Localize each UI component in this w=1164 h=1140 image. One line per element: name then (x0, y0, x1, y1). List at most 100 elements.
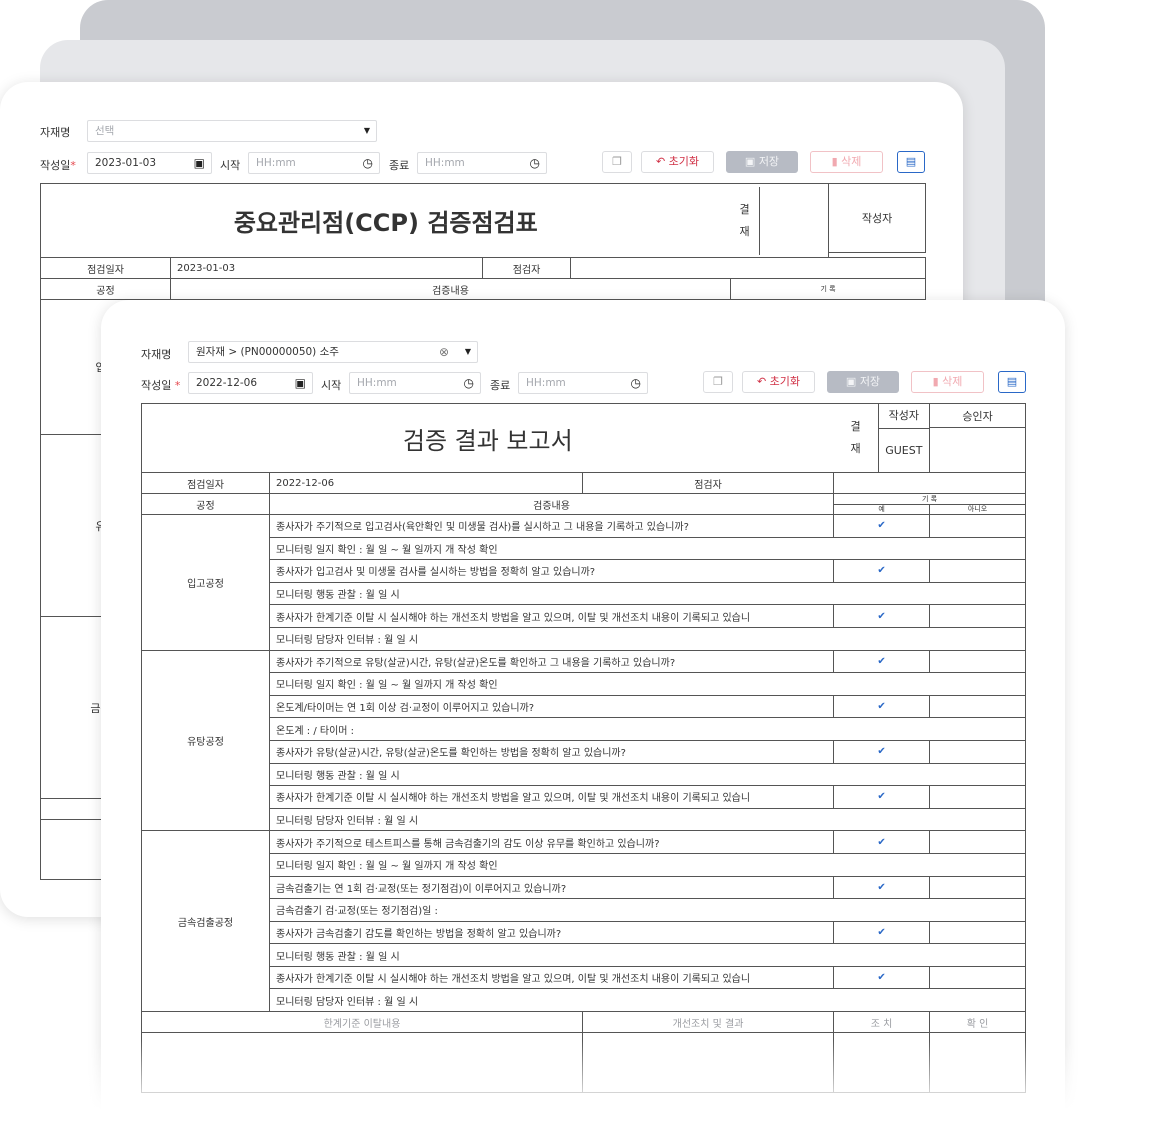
footer-confirm-header: 확 인 (929, 1011, 1027, 1034)
date-field[interactable]: 2023-01-03 ▣ (87, 152, 212, 174)
no-check-cell[interactable] (929, 785, 1027, 809)
no-check-cell[interactable] (929, 920, 1027, 945)
inspection-date-label: 점검일자 (141, 472, 270, 494)
calendar-icon[interactable]: ▣ (194, 153, 205, 173)
checkmark-icon: ✔ (877, 972, 886, 984)
copy-icon: ❐ (713, 375, 723, 388)
note-cell[interactable]: 모니터링 행동 관찰 : 월 일 시 (268, 943, 1027, 967)
record-header: 기 록 (730, 278, 927, 300)
material-select[interactable]: 선택 ▼ (87, 120, 377, 142)
note-cell[interactable]: 모니터링 행동 관찰 : 월 일 시 (268, 762, 1027, 787)
inspector-value[interactable] (833, 472, 1027, 494)
table-row: 모니터링 담당자 인터뷰 : 월 일 시 (142, 807, 1027, 832)
date-field[interactable]: 2022-12-06 ▣ (188, 372, 313, 394)
note-cell[interactable]: 모니터링 담당자 인터뷰 : 월 일 시 (268, 626, 1027, 651)
copy-icon: ❐ (612, 155, 622, 168)
yes-check-cell[interactable]: ✔ (833, 739, 931, 764)
reset-button[interactable]: ↶ 초기화 (641, 151, 714, 173)
material-select-value: 원자재 > (PN00000050) 소주 (196, 346, 339, 358)
table-row: 금속검출공정 종사자가 주기적으로 테스트피스를 통해 금속검출기의 감도 이상 … (141, 830, 1027, 1013)
yes-check-cell[interactable]: ✔ (833, 694, 931, 719)
delete-button[interactable]: ▮ 삭제 (810, 151, 883, 173)
note-cell[interactable]: 모니터링 담당자 인터뷰 : 월 일 시 (268, 807, 1027, 832)
table-row: 종사자가 한계기준 이탈 시 실시해야 하는 개선조치 방법을 알고 있으며, … (142, 785, 1027, 809)
clock-icon[interactable]: ◷ (464, 373, 474, 393)
no-check-cell[interactable] (929, 604, 1027, 628)
reset-button[interactable]: ↶ 초기화 (742, 371, 815, 393)
note-cell[interactable]: 모니터링 일지 확인 : 월 일 ~ 월 일까지 개 작성 확인 (268, 536, 1027, 561)
print-button[interactable]: ▤ (897, 151, 925, 173)
no-check-cell[interactable] (929, 739, 1027, 764)
sheet-title: 검증 결과 보고서 (140, 403, 834, 473)
save-icon: ▣ (845, 375, 860, 388)
note-cell[interactable]: 온도계 : / 타이머 : (268, 717, 1027, 741)
table-row: 온도계/타이머는 연 1회 이상 검·교정이 이루어지고 있습니까? ✔ (142, 694, 1027, 719)
question-cell: 온도계/타이머는 연 1회 이상 검·교정이 이루어지고 있습니까? (268, 694, 835, 719)
record-header: 기 록 예 아니오 (833, 493, 1027, 515)
question-cell: 금속검출기는 연 1회 검·교정(또는 정기점검)이 이루어지고 있습니까? (268, 875, 835, 900)
table-row: 모니터링 담당자 인터뷰 : 월 일 시 (142, 626, 1027, 651)
print-button[interactable]: ▤ (998, 371, 1026, 393)
checkmark-icon: ✔ (877, 836, 886, 848)
question-cell: 종사자가 입고검사 및 미생물 검사를 실시하는 방법을 정확히 알고 있습니까… (268, 559, 835, 583)
note-cell[interactable]: 모니터링 일지 확인 : 월 일 ~ 월 일까지 개 작성 확인 (268, 672, 1027, 696)
note-cell[interactable]: 모니터링 일지 확인 : 월 일 ~ 월 일까지 개 작성 확인 (268, 852, 1027, 877)
delete-button[interactable]: ▮ 삭제 (911, 371, 984, 393)
printer-icon: ▤ (905, 155, 917, 168)
start-label: 시작 (220, 159, 241, 172)
yes-check-cell[interactable]: ✔ (833, 785, 931, 809)
table-row: 종사자가 금속검출기 감도를 확인하는 방법을 정확히 알고 있습니까? ✔ (142, 920, 1027, 945)
material-select[interactable]: 원자재 > (PN00000050) 소주 ⊗ ▼ (188, 341, 478, 363)
approver-sign-cell[interactable] (929, 427, 1027, 473)
save-button[interactable]: ▣ 저장 (726, 151, 798, 173)
yes-check-cell[interactable]: ✔ (833, 830, 931, 854)
no-check-cell[interactable] (929, 514, 1027, 538)
yes-check-cell[interactable]: ✔ (833, 514, 931, 538)
end-label: 종료 (490, 379, 511, 392)
question-cell: 종사자가 주기적으로 유탕(살균)시간, 유탕(살균)온도를 확인하고 그 내용… (268, 649, 835, 674)
clock-icon[interactable]: ◷ (631, 373, 641, 393)
yes-check-cell[interactable]: ✔ (833, 875, 931, 900)
yes-check-cell[interactable]: ✔ (833, 920, 931, 945)
yes-check-cell[interactable]: ✔ (833, 559, 931, 583)
note-cell[interactable]: 금속검출기 검·교정(또는 정기점검)일 : (268, 898, 1027, 922)
sheet-title: 중요관리점(CCP) 검증점검표 (39, 183, 731, 258)
table-row: 모니터링 일지 확인 : 월 일 ~ 월 일까지 개 작성 확인 (142, 672, 1027, 696)
checkmark-icon: ✔ (877, 520, 886, 532)
process-name-cell: 유탕공정 (141, 649, 270, 832)
end-time-field[interactable]: HH:mm ◷ (518, 372, 648, 394)
clock-icon[interactable]: ◷ (530, 153, 540, 173)
inspector-value[interactable] (569, 257, 927, 279)
no-check-cell[interactable] (929, 694, 1027, 719)
clear-icon[interactable]: ⊗ (439, 342, 449, 362)
no-check-cell[interactable] (929, 830, 1027, 854)
process-name-cell: 금속검출공정 (141, 830, 270, 1013)
clock-icon[interactable]: ◷ (363, 153, 373, 173)
no-check-cell[interactable] (929, 965, 1027, 990)
table-row: 모니터링 일지 확인 : 월 일 ~ 월 일까지 개 작성 확인 (142, 852, 1027, 877)
note-cell[interactable]: 모니터링 담당자 인터뷰 : 월 일 시 (268, 988, 1027, 1013)
content-header: 검증내용 (169, 278, 732, 300)
start-time-placeholder: HH:mm (256, 157, 296, 169)
yes-check-cell[interactable]: ✔ (833, 649, 931, 674)
checkmark-icon: ✔ (877, 926, 886, 938)
process-header: 공정 (141, 493, 270, 515)
copy-button[interactable]: ❐ (602, 151, 632, 173)
copy-button[interactable]: ❐ (703, 371, 733, 393)
undo-icon: ↶ (756, 375, 770, 388)
note-cell[interactable]: 모니터링 행동 관찰 : 월 일 시 (268, 581, 1027, 606)
no-check-cell[interactable] (929, 649, 1027, 674)
yes-check-cell[interactable]: ✔ (833, 965, 931, 990)
yes-check-cell[interactable]: ✔ (833, 604, 931, 628)
save-button[interactable]: ▣ 저장 (827, 371, 899, 393)
table-row: 모니터링 행동 관찰 : 월 일 시 (142, 762, 1027, 787)
calendar-icon[interactable]: ▣ (295, 373, 306, 393)
start-time-field[interactable]: HH:mm ◷ (248, 152, 380, 174)
writer-header: 작성자 (828, 183, 927, 253)
inspection-date-value: 2022-12-06 (269, 472, 583, 494)
end-time-field[interactable]: HH:mm ◷ (417, 152, 547, 174)
no-check-cell[interactable] (929, 559, 1027, 583)
no-check-cell[interactable] (929, 875, 1027, 900)
start-time-field[interactable]: HH:mm ◷ (349, 372, 481, 394)
table-row: 금속검출기는 연 1회 검·교정(또는 정기점검)이 이루어지고 있습니까? ✔ (142, 875, 1027, 900)
